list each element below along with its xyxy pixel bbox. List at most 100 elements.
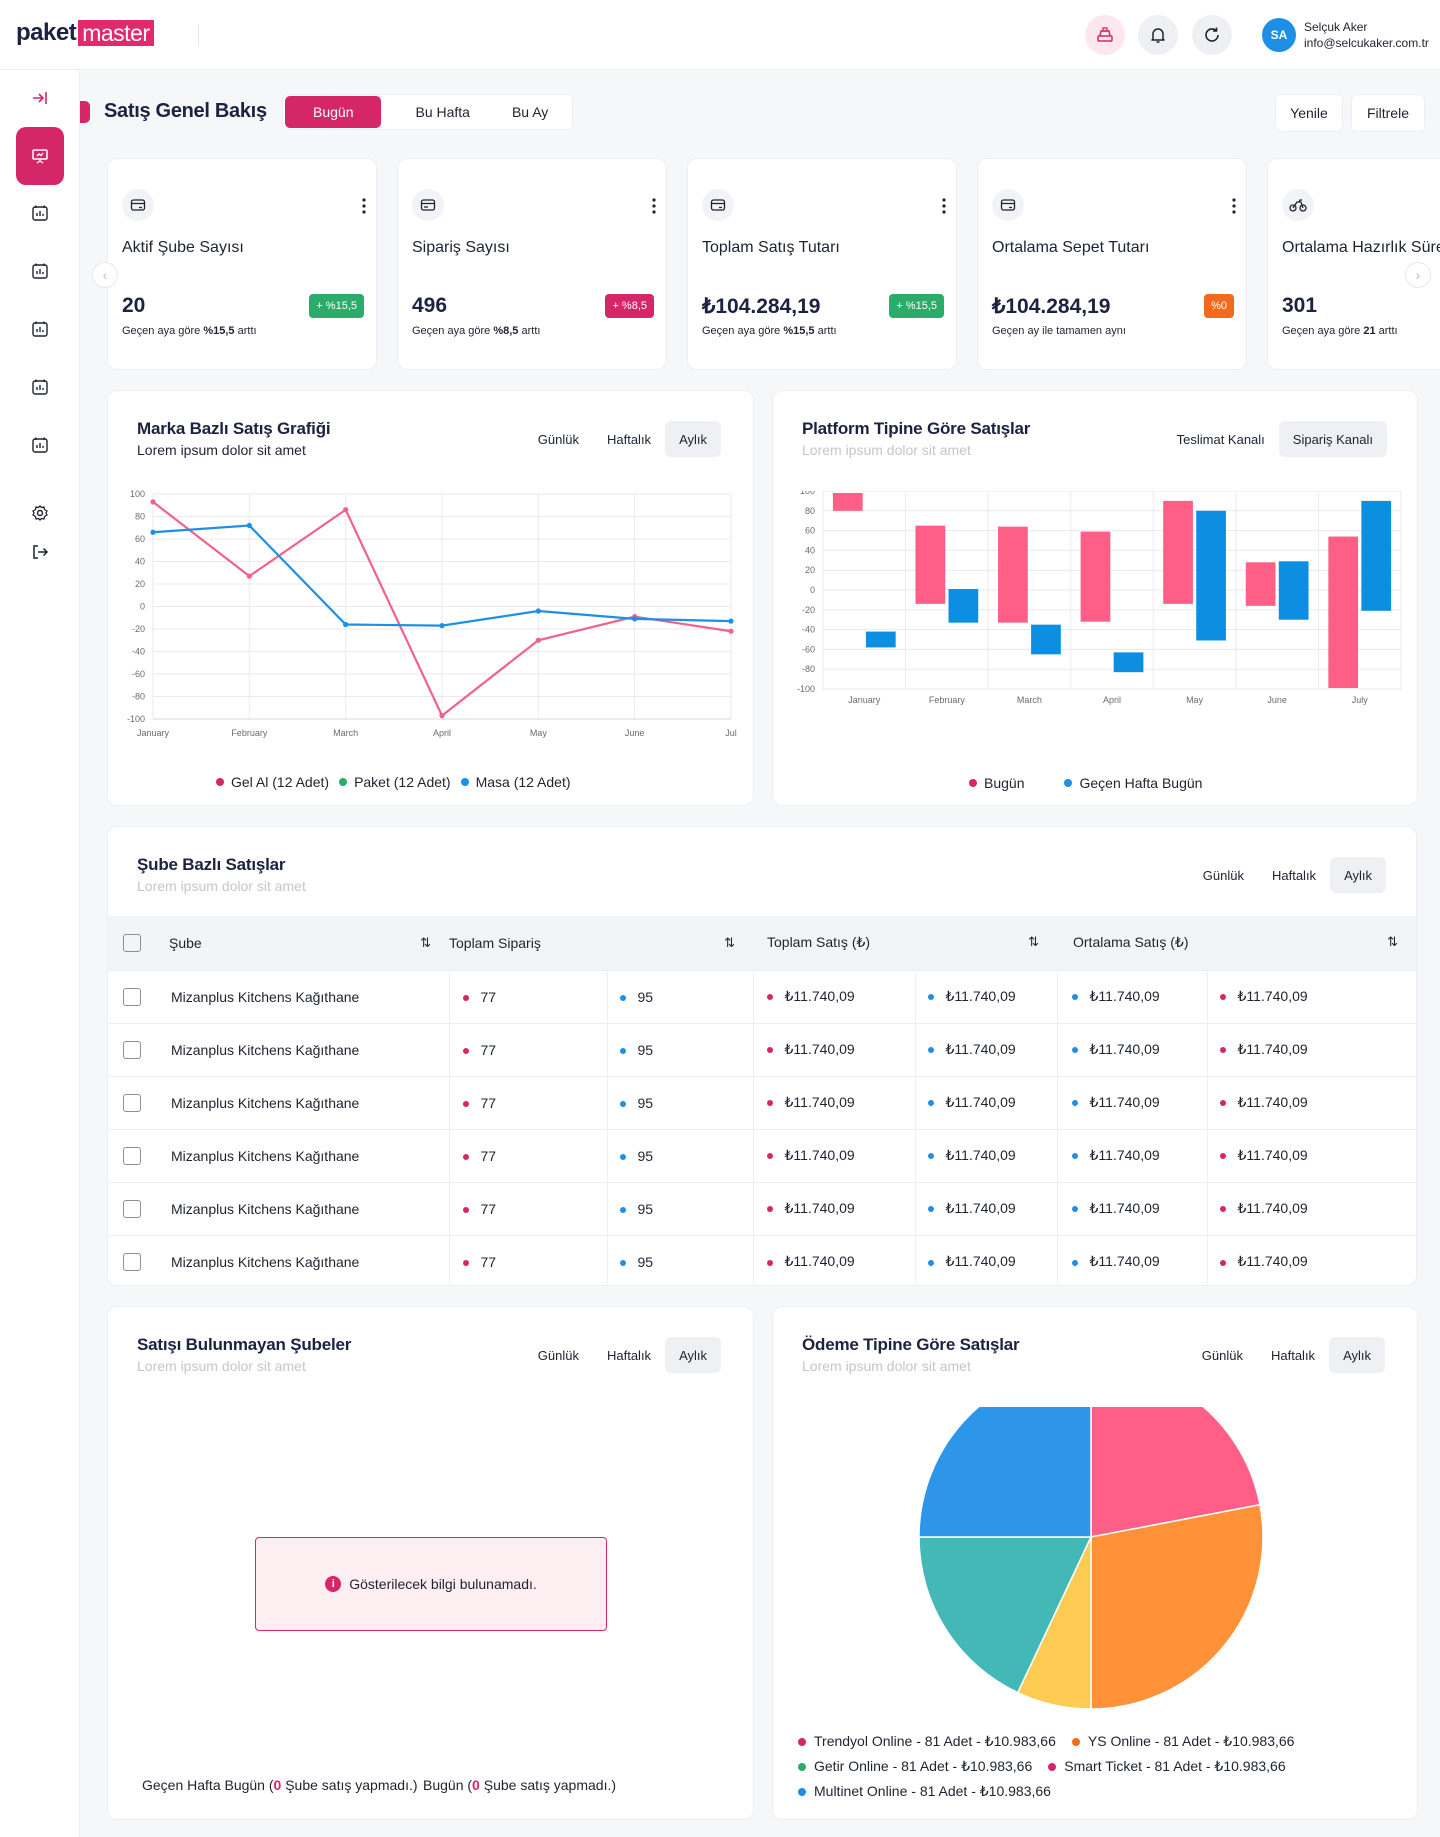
column-header-branch[interactable]: Şube ⇅: [169, 916, 449, 970]
column-header-avg-sales[interactable]: Ortalama Satış (₺) ⇅: [1057, 916, 1416, 970]
tab-weekly[interactable]: Haftalık: [1257, 1337, 1329, 1373]
tab-order-channel[interactable]: Sipariş Kanalı: [1278, 421, 1387, 457]
bar[interactable]: [998, 526, 1028, 623]
tab-daily[interactable]: Günlük: [1188, 1337, 1257, 1373]
tab-weekly[interactable]: Haftalık: [1258, 857, 1330, 893]
legend-item[interactable]: Trendyol Online - 81 Adet - ₺10.983,66: [798, 1729, 1056, 1754]
select-all-checkbox[interactable]: [123, 933, 141, 952]
data-point[interactable]: [246, 522, 252, 529]
bar[interactable]: [1080, 531, 1111, 622]
pie-slice[interactable]: [918, 1407, 1092, 1538]
sort-icon[interactable]: ⇅: [420, 935, 431, 951]
legend-item[interactable]: Paket (12 Adet): [339, 774, 451, 790]
bar[interactable]: [1278, 561, 1309, 620]
tab-monthly[interactable]: Aylık: [1330, 857, 1386, 893]
sidebar-item-report-5[interactable]: [16, 421, 64, 469]
sort-icon[interactable]: ⇅: [1387, 934, 1398, 950]
bar[interactable]: [915, 525, 946, 604]
data-point[interactable]: [728, 628, 734, 634]
more-options-icon[interactable]: [942, 197, 946, 215]
legend-item[interactable]: Bugün: [969, 775, 1024, 791]
bar[interactable]: [832, 492, 863, 511]
data-point[interactable]: [632, 616, 638, 622]
cashier-button[interactable]: [1085, 15, 1125, 55]
sidebar-item-report-3[interactable]: [16, 305, 64, 353]
legend-item[interactable]: Smart Ticket - 81 Adet - ₺10.983,66: [1048, 1754, 1286, 1779]
bar[interactable]: [1163, 500, 1193, 604]
bar[interactable]: [1196, 510, 1226, 641]
row-checkbox[interactable]: [123, 1093, 141, 1112]
row-checkbox[interactable]: [123, 1252, 141, 1271]
tab-monthly[interactable]: Aylık: [1329, 1337, 1385, 1373]
data-point[interactable]: [439, 623, 445, 629]
tab-monthly[interactable]: Aylık: [665, 1337, 721, 1373]
legend-item[interactable]: Geçen Hafta Bugün: [1064, 775, 1202, 791]
carousel-next-button[interactable]: ›: [1405, 262, 1431, 288]
bar[interactable]: [865, 631, 896, 648]
row-checkbox[interactable]: [123, 987, 141, 1006]
refresh-button[interactable]: [1192, 15, 1232, 55]
column-header-orders[interactable]: Toplam Sipariş ⇅: [449, 916, 753, 970]
row-checkbox[interactable]: [123, 1040, 141, 1059]
data-point[interactable]: [246, 573, 252, 579]
tab-daily[interactable]: Günlük: [524, 1337, 593, 1373]
bar[interactable]: [1328, 536, 1359, 689]
tab-delivery-channel[interactable]: Teslimat Kanalı: [1163, 421, 1279, 457]
period-month-tab[interactable]: Bu Ay: [496, 96, 570, 128]
pie-slice[interactable]: [1090, 1503, 1264, 1710]
bar[interactable]: [1361, 500, 1392, 611]
brand-logo[interactable]: paket master: [16, 19, 154, 46]
sidebar-item-report-1[interactable]: [16, 189, 64, 237]
filter-button[interactable]: Filtrele: [1351, 94, 1425, 132]
data-point[interactable]: [728, 618, 734, 624]
collapse-sidebar-button[interactable]: [16, 78, 64, 118]
sidebar-item-report-2[interactable]: [16, 247, 64, 295]
sidebar-item-dashboard[interactable]: [16, 127, 64, 185]
tab-monthly[interactable]: Aylık: [665, 421, 721, 457]
column-header-total-sales[interactable]: Toplam Satış (₺) ⇅: [753, 916, 1057, 970]
table-row[interactable]: Mizanplus Kitchens Kağıthane 77 95 ₺11.740,…: [108, 1128, 1416, 1182]
sort-icon[interactable]: ⇅: [724, 935, 735, 951]
legend-item[interactable]: Masa (12 Adet): [460, 774, 571, 790]
tab-weekly[interactable]: Haftalık: [593, 421, 665, 457]
tab-weekly[interactable]: Haftalık: [593, 1337, 665, 1373]
sort-icon[interactable]: ⇅: [1028, 934, 1039, 950]
data-point[interactable]: [343, 621, 349, 628]
sidebar-item-settings[interactable]: [16, 493, 64, 533]
period-week-tab[interactable]: Bu Hafta: [381, 96, 495, 128]
table-row[interactable]: Mizanplus Kitchens Kağıthane 77 95 ₺11.740,…: [108, 969, 1416, 1023]
notifications-button[interactable]: [1138, 15, 1178, 55]
data-point[interactable]: [439, 713, 445, 719]
legend-item[interactable]: YS Online - 81 Adet - ₺10.983,66: [1071, 1729, 1294, 1754]
refresh-data-button[interactable]: Yenile: [1275, 94, 1343, 132]
user-menu[interactable]: SA Selçuk Aker info@selcukaker.com.tr: [1262, 18, 1429, 52]
bar[interactable]: [1031, 624, 1061, 655]
data-point[interactable]: [535, 608, 541, 614]
more-options-icon[interactable]: [652, 197, 656, 215]
data-point[interactable]: [343, 507, 349, 513]
data-point[interactable]: [150, 529, 156, 535]
more-options-icon[interactable]: [362, 197, 366, 215]
row-checkbox[interactable]: [123, 1146, 141, 1165]
tab-daily[interactable]: Günlük: [524, 421, 593, 457]
table-row[interactable]: Mizanplus Kitchens Kağıthane 77 95 ₺11.740,…: [108, 1022, 1416, 1076]
bar[interactable]: [1245, 562, 1276, 606]
data-point[interactable]: [535, 637, 541, 643]
row-checkbox[interactable]: [123, 1199, 141, 1218]
table-row[interactable]: Mizanplus Kitchens Kağıthane 77 95 ₺11.740,…: [108, 1075, 1416, 1129]
more-options-icon[interactable]: [1232, 197, 1236, 215]
carousel-prev-button[interactable]: ‹: [92, 262, 118, 288]
bar[interactable]: [1113, 652, 1144, 673]
tab-daily[interactable]: Günlük: [1189, 857, 1258, 893]
data-point[interactable]: [150, 499, 156, 505]
value-dot: [462, 1153, 469, 1160]
legend-item[interactable]: Getir Online - 81 Adet - ₺10.983,66: [798, 1754, 1032, 1779]
sidebar-item-logout[interactable]: [16, 532, 64, 572]
sidebar-item-report-4[interactable]: [16, 363, 64, 411]
bar[interactable]: [948, 589, 979, 623]
table-row[interactable]: Mizanplus Kitchens Kağıthane 77 95 ₺11.740,…: [108, 1234, 1416, 1285]
period-today-tab[interactable]: Bugün: [285, 96, 382, 128]
table-row[interactable]: Mizanplus Kitchens Kağıthane 77 95 ₺11.740,…: [108, 1181, 1416, 1235]
legend-item[interactable]: Gel Al (12 Adet): [216, 774, 329, 790]
legend-item[interactable]: Multinet Online - 81 Adet - ₺10.983,66: [798, 1779, 1051, 1804]
